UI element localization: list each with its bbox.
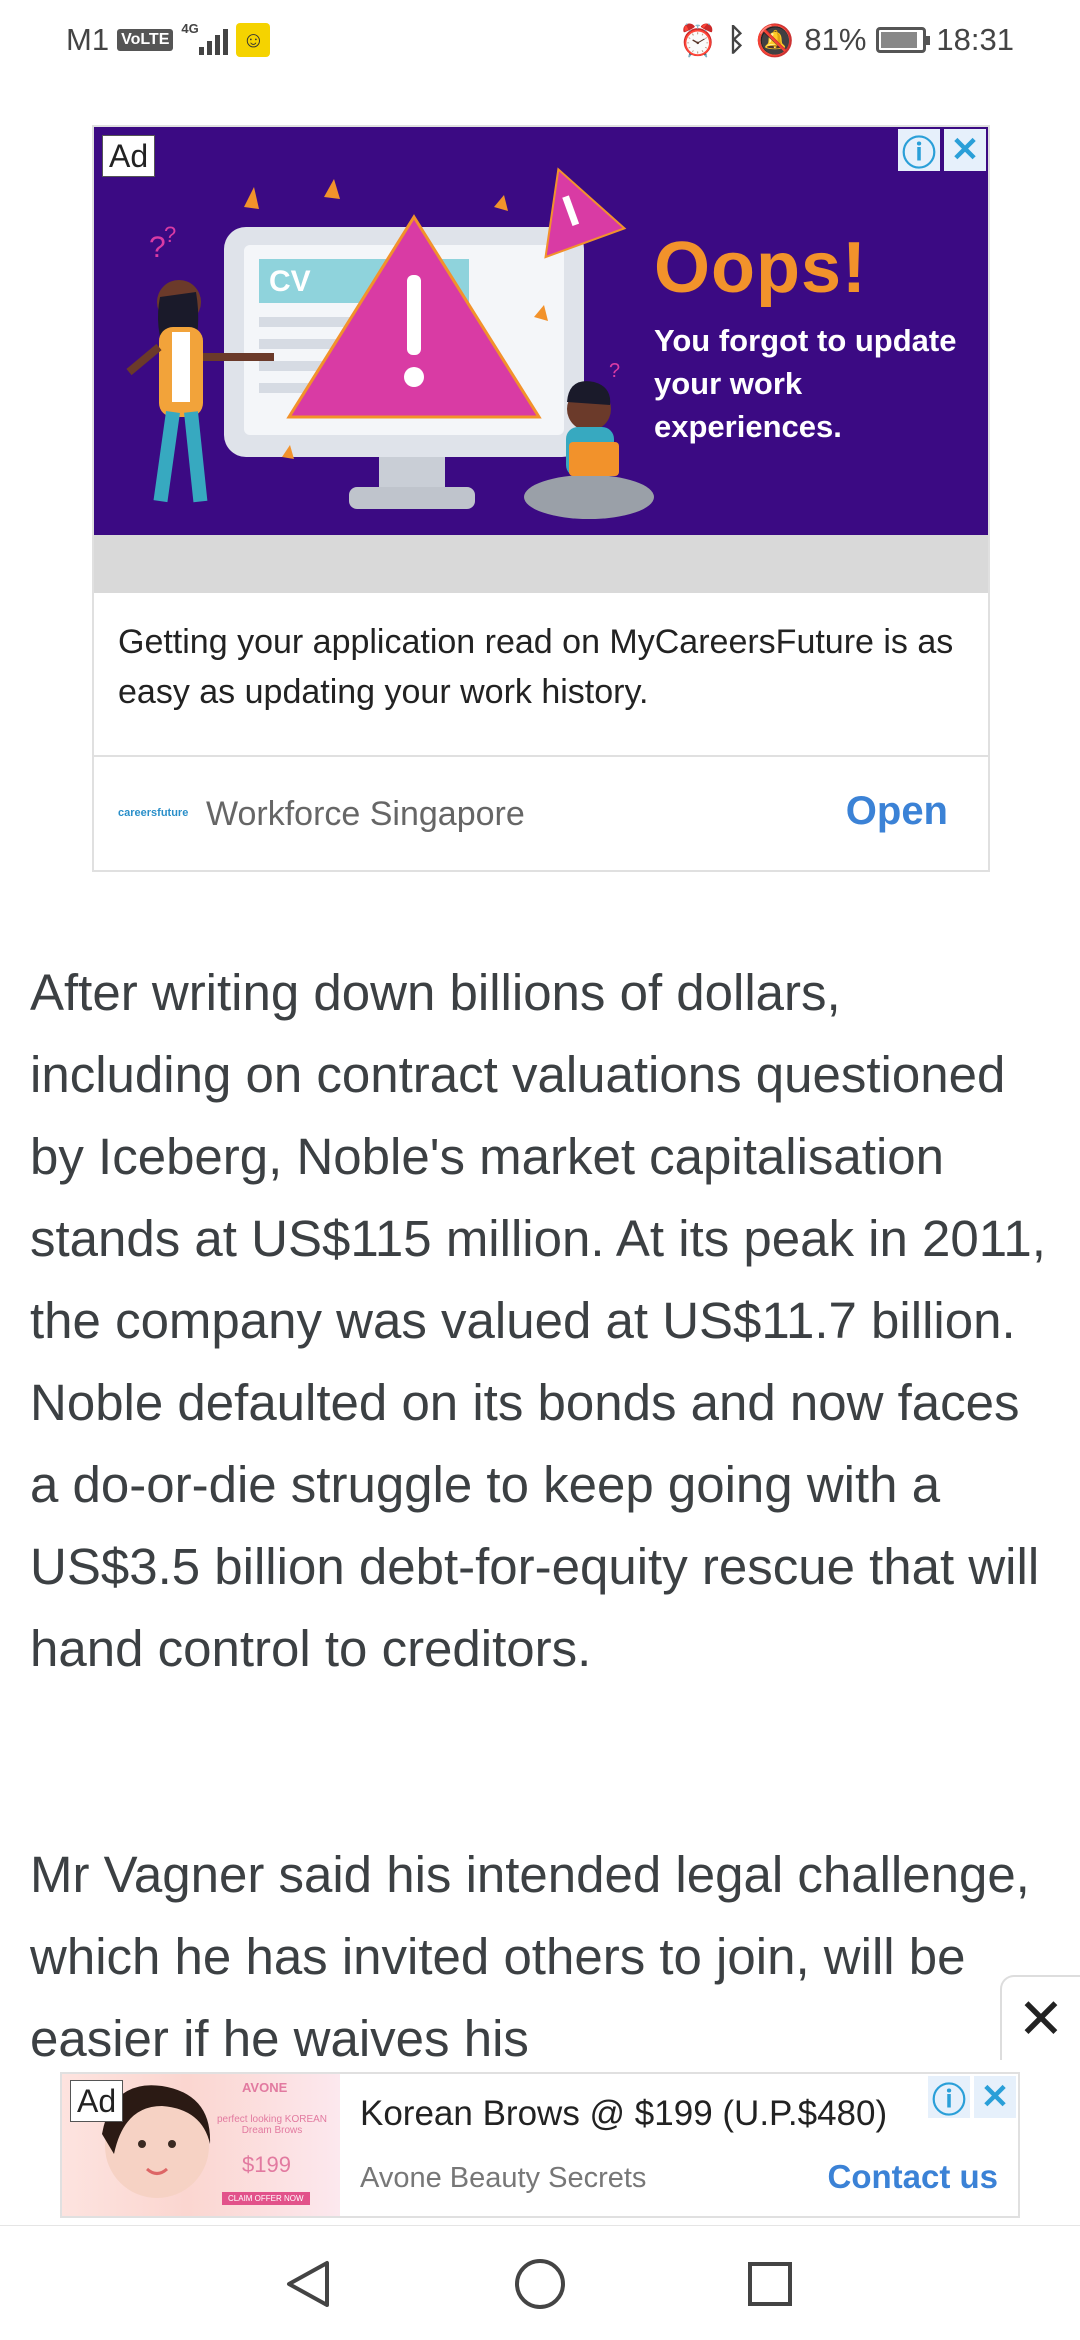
- ad-subheadline: You forgot to update your work experienc…: [654, 323, 957, 444]
- ad-choices[interactable]: ⓘ ✕: [898, 129, 986, 173]
- status-left: M1 VoLTE 4G ☺: [66, 20, 271, 60]
- ad-choices[interactable]: ⓘ ✕: [928, 2076, 1016, 2120]
- signal-icon: 4G: [181, 21, 229, 55]
- advertiser-name[interactable]: Workforce Singapore: [206, 795, 525, 834]
- ad-title[interactable]: Korean Brows @ $199 (U.P.$480): [360, 2094, 887, 2134]
- top-ad-card[interactable]: ? ? ? Ad ⓘ ✕ Oops! You forgot to update …: [92, 125, 990, 872]
- navigation-bar: [0, 2225, 1080, 2340]
- svg-text:?: ?: [164, 222, 176, 247]
- ad-headline: Oops!: [654, 228, 867, 308]
- close-icon[interactable]: ✕: [1000, 1975, 1080, 2061]
- thumb-cta: CLAIM OFFER NOW: [222, 2192, 310, 2205]
- thumb-brand: AVONE: [242, 2080, 288, 2095]
- bluetooth-icon: ᛒ: [727, 22, 746, 57]
- status-bar: M1 VoLTE 4G ☺ ⏰ ᛒ 🔕 81% 18:31: [0, 0, 1080, 80]
- home-circle-icon[interactable]: [512, 2256, 568, 2312]
- cv-label: CV: [269, 265, 311, 298]
- bottom-ad-card[interactable]: Ad AVONE perfect looking KOREAN Dream Br…: [60, 2072, 1020, 2218]
- ad-info-icon[interactable]: ⓘ: [898, 129, 940, 173]
- article-paragraph: After writing down billions of dollars, …: [30, 964, 1046, 1677]
- open-button[interactable]: Open: [846, 789, 948, 834]
- ad-divider: [94, 755, 988, 757]
- article-paragraph: Mr Vagner said his intended legal challe…: [30, 1846, 1030, 2060]
- clock: 18:31: [936, 22, 1014, 57]
- carrier-label: M1: [66, 22, 110, 57]
- ad-close-icon[interactable]: ✕: [974, 2076, 1016, 2118]
- battery-icon: [876, 27, 931, 53]
- ad-info-icon[interactable]: ⓘ: [928, 2076, 970, 2120]
- volte-badge: VoLTE: [117, 29, 174, 51]
- ad-description[interactable]: Getting your application read on MyCaree…: [118, 617, 968, 717]
- ad-thumbnail[interactable]: Ad AVONE perfect looking KOREAN Dream Br…: [62, 2074, 340, 2216]
- battery-percent: 81%: [804, 22, 867, 57]
- app-notification-icon: ☺: [236, 23, 271, 57]
- network-type-label: 4G: [181, 21, 199, 36]
- contact-us-button[interactable]: Contact us: [827, 2158, 998, 2196]
- advertiser-name[interactable]: Avone Beauty Secrets: [360, 2162, 646, 2195]
- bottom-ad-banner: Ad AVONE perfect looking KOREAN Dream Br…: [0, 2060, 1080, 2225]
- alarm-icon: ⏰: [678, 22, 718, 58]
- svg-text:?: ?: [609, 360, 620, 382]
- status-right: ⏰ ᛒ 🔕 81% 18:31: [679, 20, 1014, 60]
- ad-badge: Ad: [102, 135, 156, 177]
- ad-badge: Ad: [70, 2080, 124, 2122]
- ad-close-icon[interactable]: ✕: [944, 129, 986, 171]
- thumb-text: perfect looking KOREAN Dream Brows: [216, 2114, 328, 2136]
- thumb-price: $199: [242, 2152, 291, 2177]
- back-triangle-icon[interactable]: [280, 2256, 336, 2312]
- mute-bell-icon: 🔕: [755, 22, 795, 58]
- advertiser-logo: careersfuture: [118, 807, 189, 819]
- ad-illustration-floor: [94, 535, 988, 593]
- recent-square-icon[interactable]: [742, 2256, 798, 2312]
